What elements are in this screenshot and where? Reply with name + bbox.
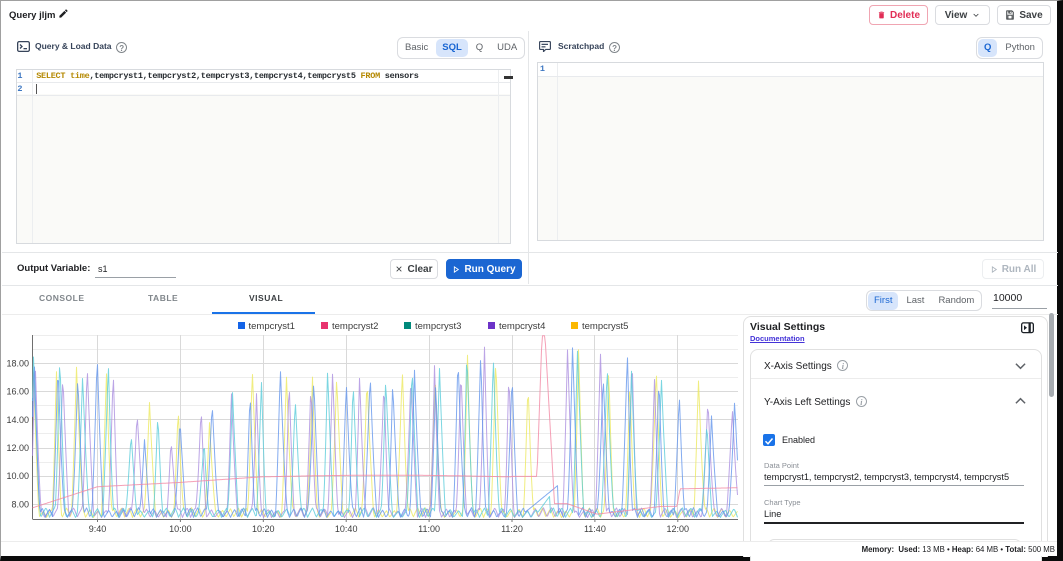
svg-text:9:40: 9:40: [89, 524, 107, 534]
svg-text:10:20: 10:20: [252, 524, 275, 534]
svg-text:16.00: 16.00: [6, 387, 29, 397]
svg-text:10:40: 10:40: [335, 524, 358, 534]
svg-text:11:40: 11:40: [584, 524, 606, 534]
svg-text:12:00: 12:00: [667, 524, 690, 534]
svg-text:14.00: 14.00: [6, 415, 29, 425]
svg-text:10:00: 10:00: [169, 524, 192, 534]
svg-text:12.00: 12.00: [6, 443, 29, 453]
svg-text:11:00: 11:00: [418, 524, 440, 534]
svg-text:8.00: 8.00: [11, 499, 29, 509]
svg-text:11:20: 11:20: [501, 524, 523, 534]
svg-text:10.00: 10.00: [6, 471, 29, 481]
svg-text:18.00: 18.00: [6, 359, 29, 369]
